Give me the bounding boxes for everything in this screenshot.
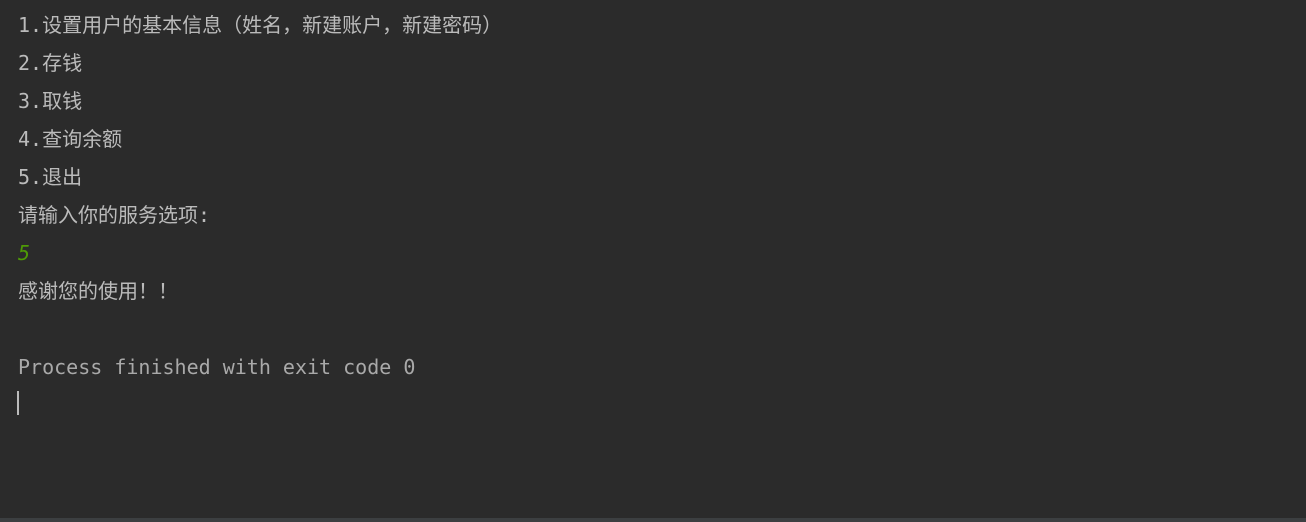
menu-item-5: 5.退出: [18, 158, 1288, 196]
menu-item-2: 2.存钱: [18, 44, 1288, 82]
menu-item-1: 1.设置用户的基本信息（姓名，新建账户，新建密码）: [18, 6, 1288, 44]
input-prompt: 请输入你的服务选项:: [18, 196, 1288, 234]
console-output: 1.设置用户的基本信息（姓名，新建账户，新建密码） 2.存钱 3.取钱 4.查询…: [18, 6, 1288, 424]
cursor-line[interactable]: [18, 386, 1288, 424]
blank-line: [18, 310, 1288, 348]
menu-item-4: 4.查询余额: [18, 120, 1288, 158]
status-bar: [0, 518, 1306, 522]
process-exit-line: Process finished with exit code 0: [18, 348, 1288, 386]
menu-item-3: 3.取钱: [18, 82, 1288, 120]
user-input-line: 5: [18, 234, 1288, 272]
farewell-line: 感谢您的使用！！: [18, 272, 1288, 310]
text-cursor: [17, 391, 19, 415]
